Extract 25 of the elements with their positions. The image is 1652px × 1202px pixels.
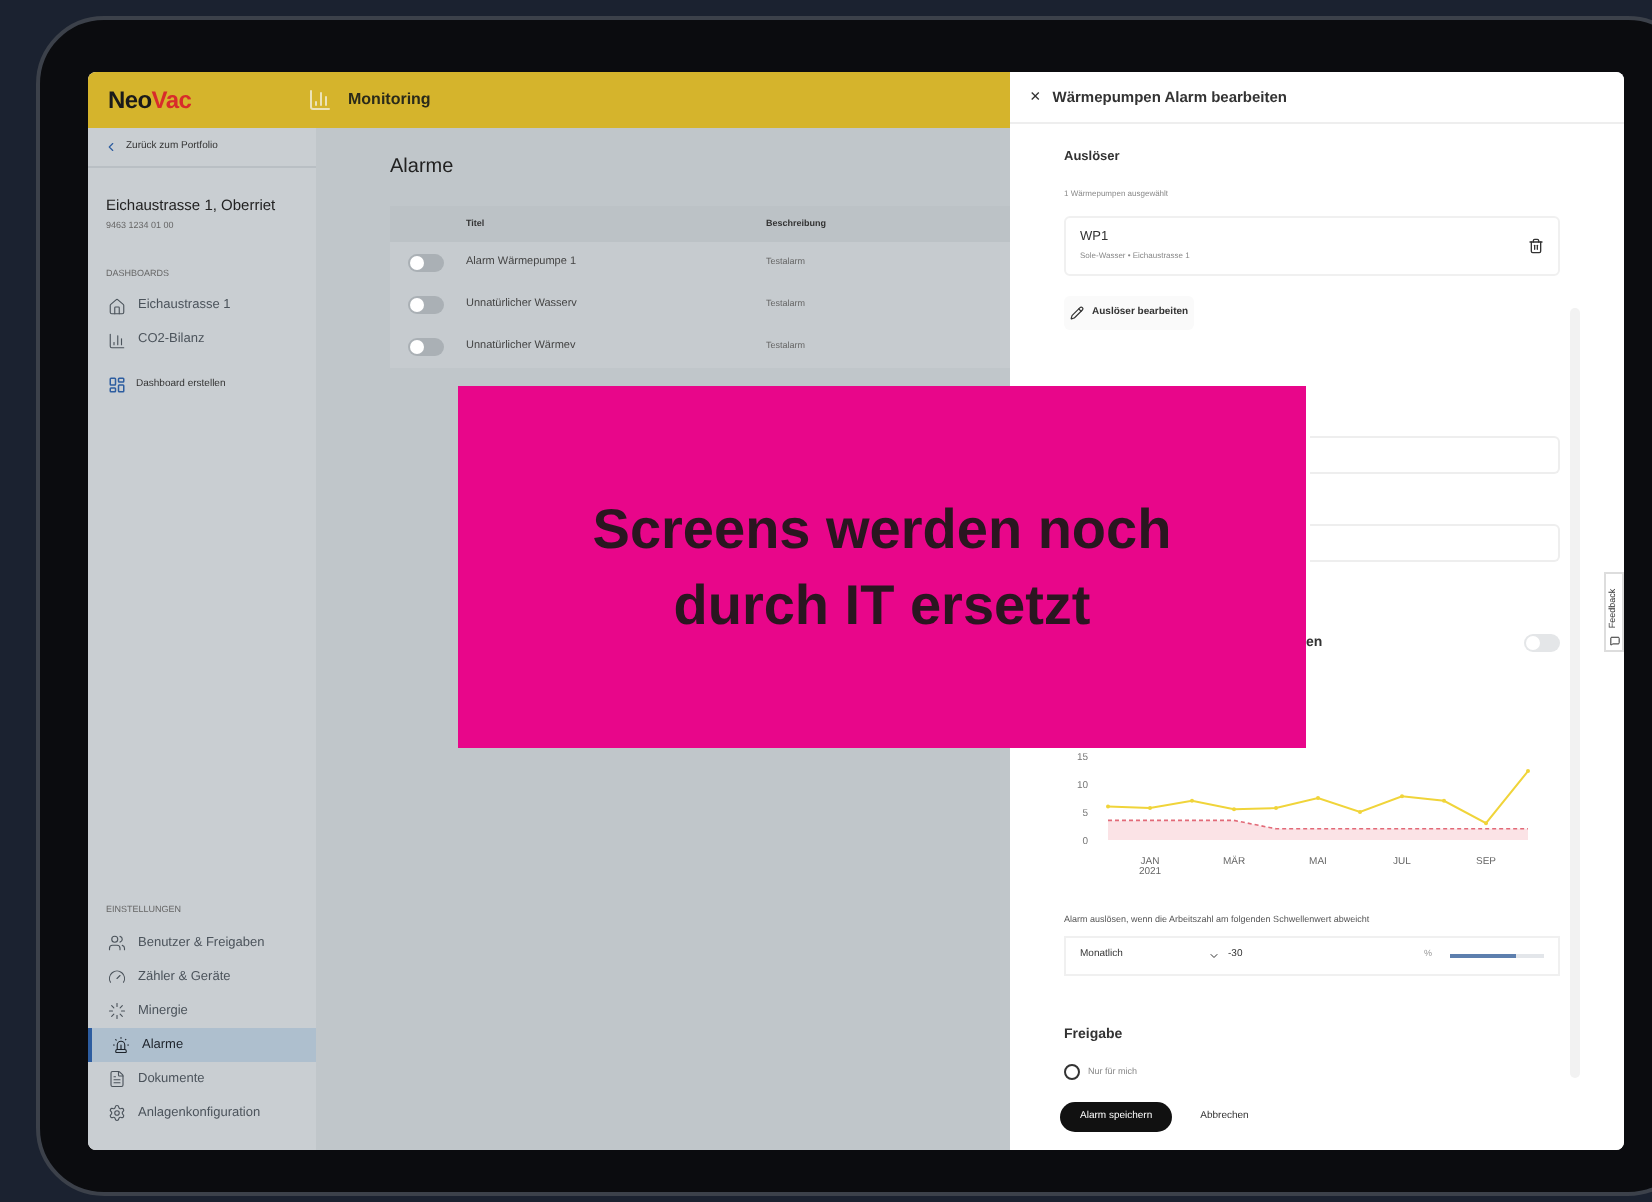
ring-icon [108, 1002, 126, 1020]
logo-text: NeoVac [106, 84, 194, 118]
page-title: Alarme [390, 154, 456, 182]
radio-button[interactable] [1064, 1064, 1080, 1080]
chevron-left-icon [104, 140, 118, 154]
close-button[interactable]: × [1030, 88, 1041, 106]
settings-icon [108, 1104, 126, 1122]
toggle-switch[interactable] [408, 296, 444, 314]
chat-icon [1609, 636, 1619, 646]
siren-icon [112, 1036, 130, 1054]
pencil-icon [1070, 305, 1084, 320]
dashboard-icon [108, 375, 126, 394]
chart-icon [308, 88, 332, 112]
chevron-down-icon [1208, 949, 1220, 961]
notice-text: Screens werden noch durch IT ersetzt [592, 495, 1172, 639]
toggle-switch[interactable] [408, 338, 444, 356]
trash-icon[interactable] [1528, 237, 1544, 254]
users-icon [108, 934, 126, 952]
chart-icon [108, 331, 126, 350]
toggle-switch[interactable] [1524, 634, 1560, 653]
toggle-switch[interactable] [408, 254, 444, 272]
document-icon [108, 1070, 126, 1088]
app-title: Monitoring [348, 88, 431, 112]
house-icon [108, 297, 126, 316]
gauge-icon [108, 968, 126, 986]
